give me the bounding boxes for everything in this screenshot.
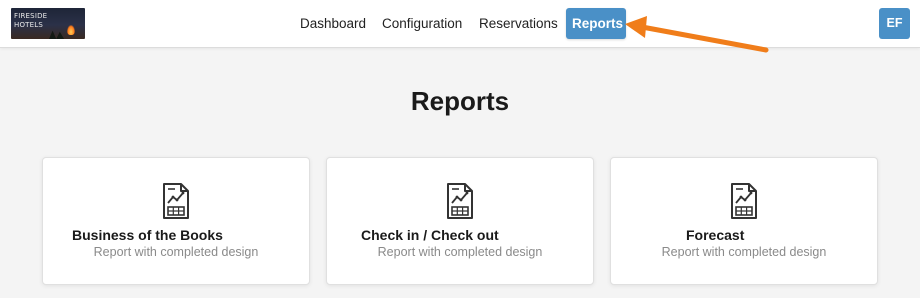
card-description: Report with completed design	[377, 245, 543, 259]
card-title: Forecast	[686, 227, 745, 243]
card-title: Check in / Check out	[361, 227, 499, 243]
report-chart-icon	[731, 183, 757, 219]
user-avatar[interactable]: EF	[879, 8, 910, 39]
nav-item-reports[interactable]: Reports	[566, 8, 626, 39]
report-card-business-of-the-books[interactable]: Business of the Books Report with comple…	[42, 157, 310, 285]
nav-item-reservations[interactable]: Reservations	[479, 8, 558, 39]
report-card-check-in-check-out[interactable]: Check in / Check out Report with complet…	[326, 157, 594, 285]
card-description: Report with completed design	[93, 245, 259, 259]
annotation-arrow-icon	[625, 16, 769, 53]
report-card-forecast[interactable]: Forecast Report with completed design	[610, 157, 878, 285]
card-description: Report with completed design	[661, 245, 827, 259]
top-navigation-bar: FIRESIDE HOTELS Dashboard Configuration …	[0, 0, 920, 48]
nav-item-dashboard[interactable]: Dashboard	[300, 8, 366, 39]
page-title: Reports	[410, 86, 510, 116]
report-chart-icon	[447, 183, 473, 219]
card-title: Business of the Books	[72, 227, 223, 243]
report-chart-icon	[163, 183, 189, 219]
nav-item-configuration[interactable]: Configuration	[382, 8, 462, 39]
fireside-hotels-logo[interactable]: FIRESIDE HOTELS	[11, 8, 85, 39]
